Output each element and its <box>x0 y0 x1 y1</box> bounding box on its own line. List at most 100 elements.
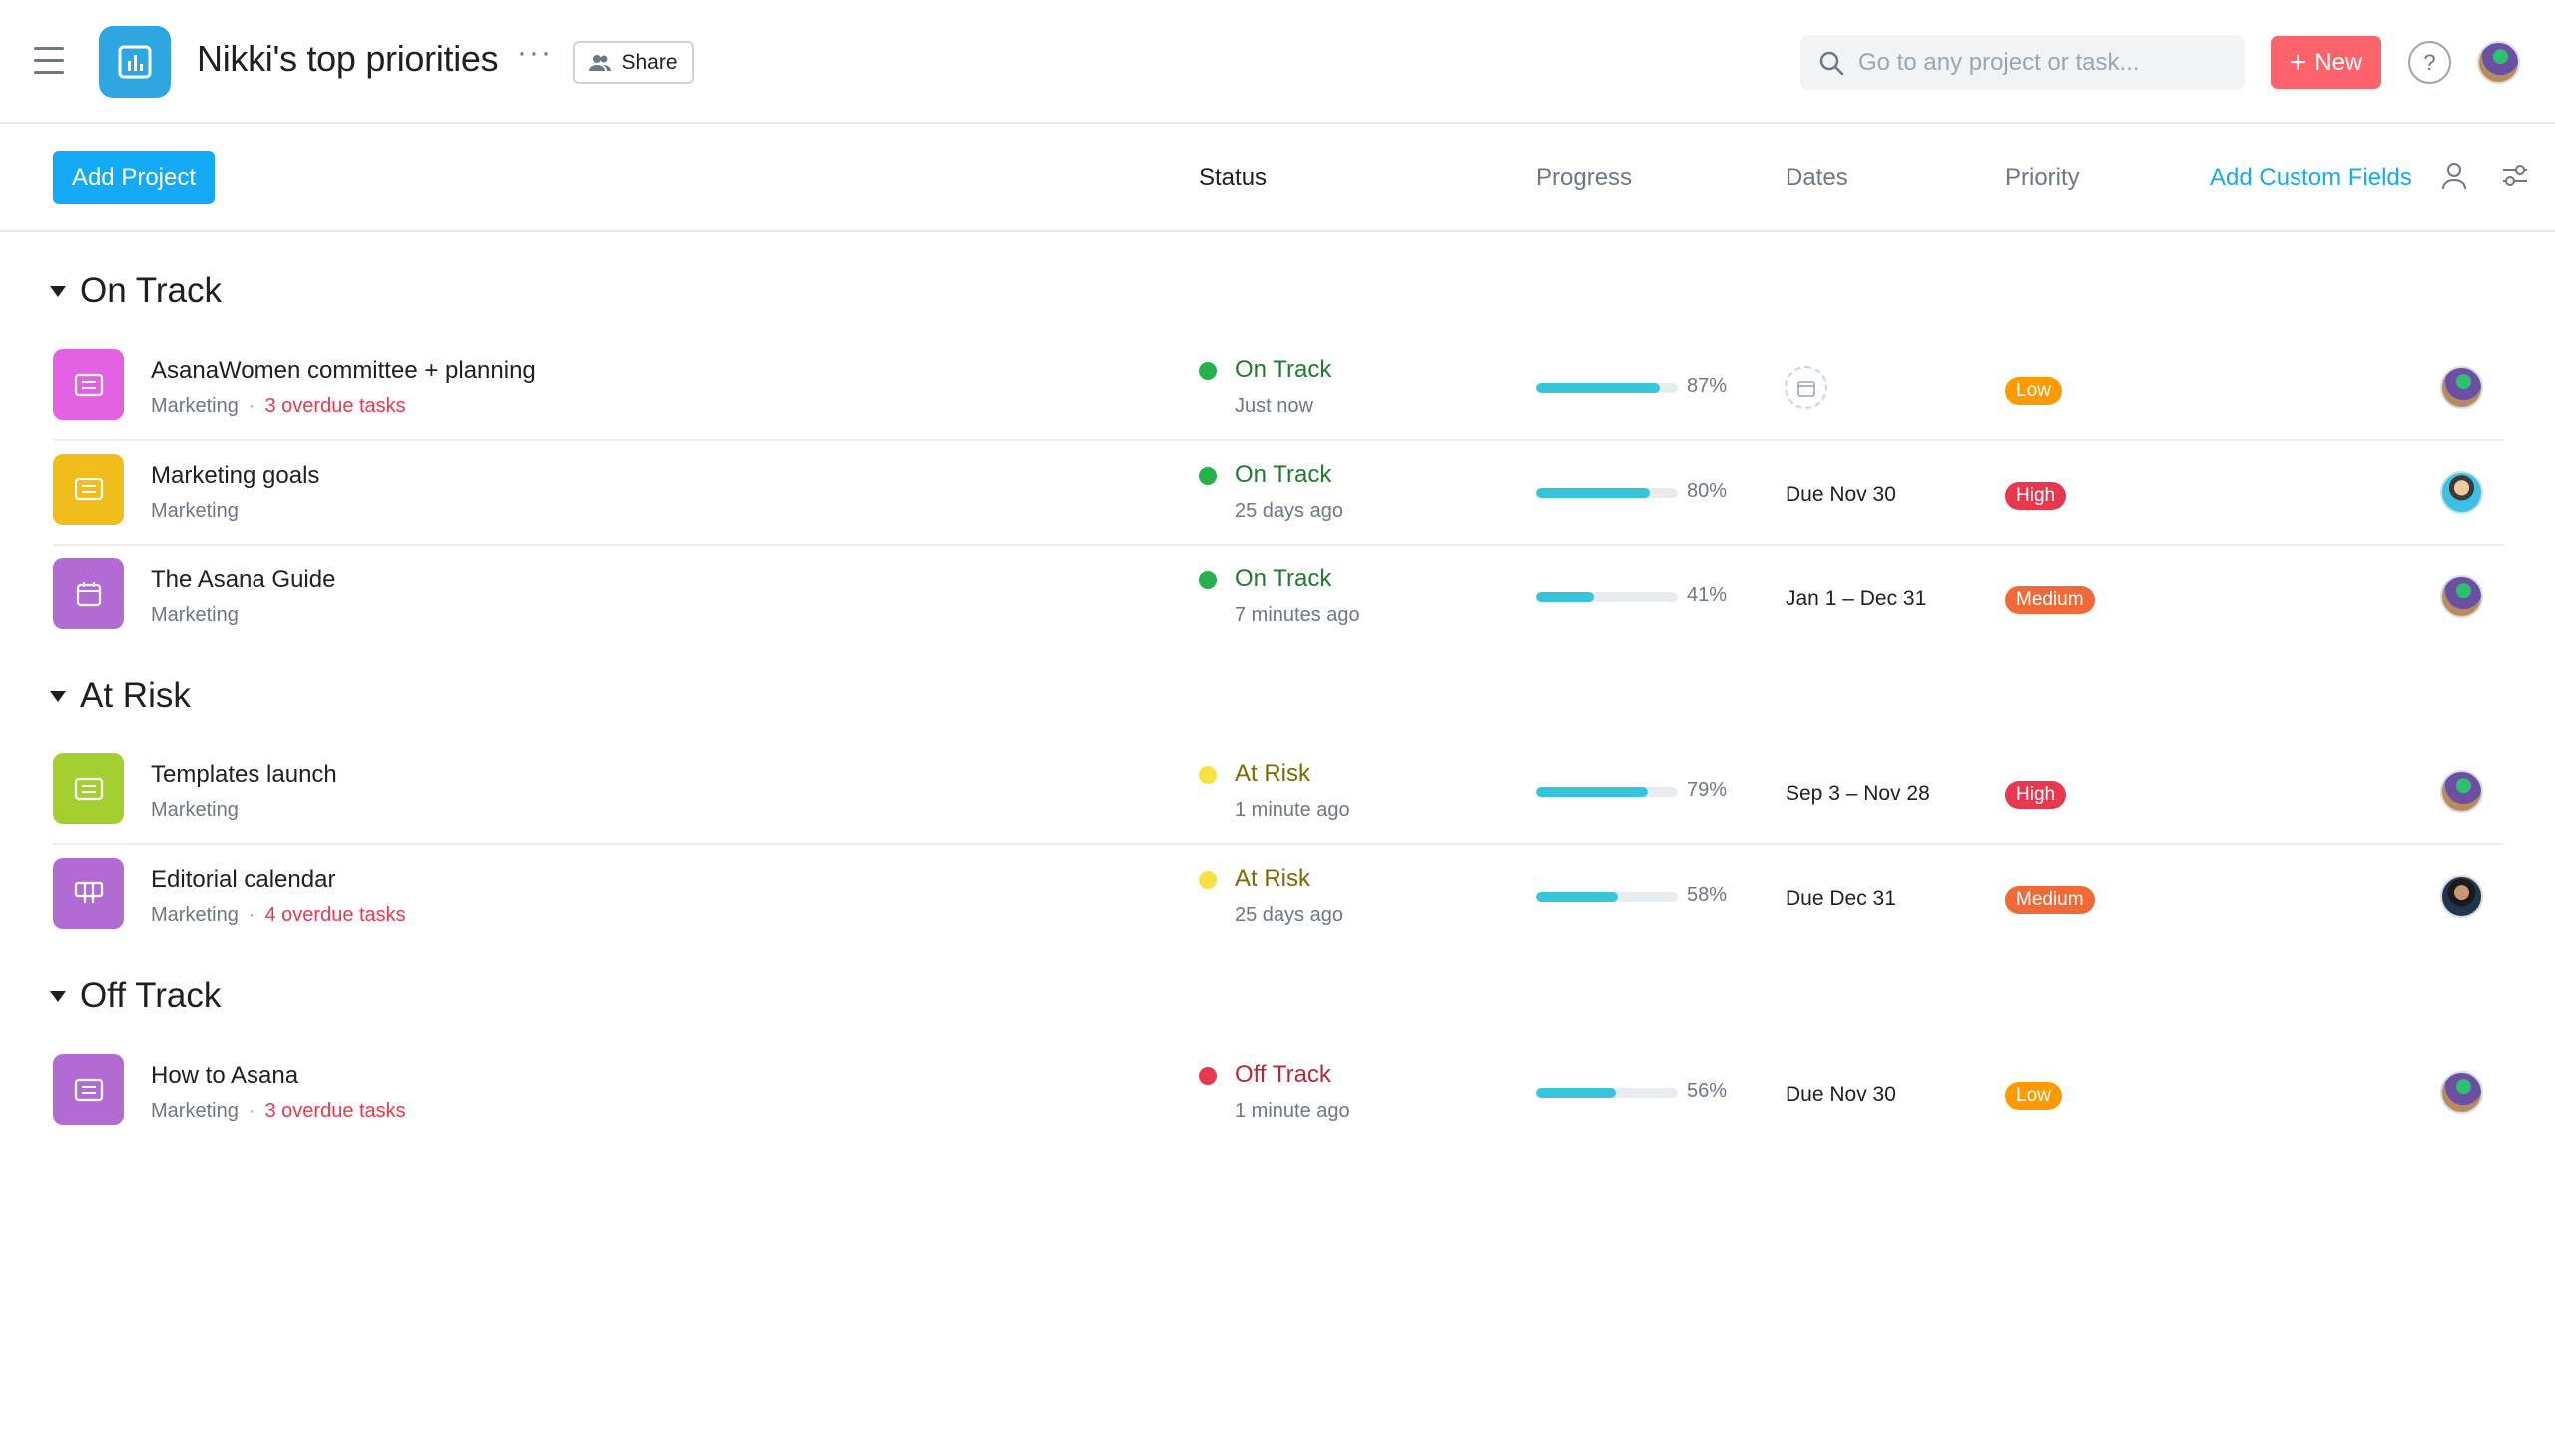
owner-avatar[interactable] <box>2440 575 2483 618</box>
more-options-icon[interactable]: ··· <box>517 38 553 68</box>
due-date[interactable]: Sep 3 – Nov 28 <box>1786 782 1930 806</box>
empty-date-calendar-icon[interactable] <box>1785 366 1827 409</box>
status-dot <box>1199 870 1217 889</box>
progress-bar <box>1536 891 1678 902</box>
project-name[interactable]: How to Asana <box>151 1062 298 1090</box>
status-label[interactable]: On Track <box>1235 356 1331 384</box>
project-calendar-icon[interactable] <box>53 558 124 629</box>
progress-bar <box>1536 1088 1678 1098</box>
team-name[interactable]: Marketing <box>151 799 239 822</box>
search-icon <box>1819 51 1844 75</box>
project-chart-icon <box>99 26 171 98</box>
add-project-button[interactable]: Add Project <box>53 151 215 204</box>
project-name[interactable]: AsanaWomen committee + planning <box>151 357 536 385</box>
team-name[interactable]: Marketing <box>151 604 239 627</box>
due-date[interactable]: Due Dec 31 <box>1786 887 1896 911</box>
progress-percent: 41% <box>1687 584 1728 606</box>
project-name[interactable]: Editorial calendar <box>151 866 335 894</box>
progress-bar <box>1536 383 1678 393</box>
column-status[interactable]: Status <box>1199 164 1267 192</box>
status-dot <box>1199 766 1217 784</box>
people-icon <box>589 54 612 71</box>
row-divider <box>53 843 2503 845</box>
progress-bar <box>1536 487 1678 498</box>
search-input[interactable] <box>1858 48 2228 77</box>
project-name[interactable]: Templates launch <box>151 761 337 789</box>
project-meta: Marketing · 3 overdue tasks <box>151 1100 406 1123</box>
progress-percent: 56% <box>1687 1080 1728 1102</box>
project-list-icon[interactable] <box>53 1054 124 1125</box>
caret-down-icon[interactable] <box>50 690 66 702</box>
user-avatar[interactable] <box>2477 41 2520 84</box>
new-button[interactable]: + New <box>2271 36 2381 89</box>
caret-down-icon[interactable] <box>50 990 66 1002</box>
project-name[interactable]: Marketing goals <box>151 462 319 490</box>
project-list-icon[interactable] <box>53 349 124 420</box>
column-progress[interactable]: Progress <box>1536 164 1632 192</box>
status-label[interactable]: Off Track <box>1235 1061 1331 1089</box>
status-updated-time: 25 days ago <box>1235 903 1343 926</box>
status-label[interactable]: At Risk <box>1235 865 1310 893</box>
priority-badge[interactable]: High <box>2005 481 2067 510</box>
project-meta: Marketing <box>151 799 239 822</box>
project-row[interactable]: Marketing goals Marketing On Track 25 days … <box>0 444 2555 548</box>
status-dot <box>1199 466 1217 485</box>
status-label[interactable]: On Track <box>1235 461 1331 489</box>
menu-icon[interactable] <box>34 47 64 75</box>
project-list-icon[interactable] <box>53 753 124 824</box>
project-row[interactable]: The Asana Guide Marketing On Track 7 minute… <box>0 548 2555 652</box>
owner-avatar[interactable] <box>2440 366 2483 409</box>
progress-percent: 58% <box>1687 883 1728 906</box>
due-date[interactable]: Due Nov 30 <box>1786 483 1896 507</box>
due-date[interactable]: Jan 1 – Dec 31 <box>1786 587 1926 611</box>
owner-avatar[interactable] <box>2440 1071 2483 1114</box>
project-list-icon[interactable] <box>53 453 124 525</box>
owner-avatar[interactable] <box>2440 770 2483 813</box>
overdue-tasks[interactable]: 3 overdue tasks <box>264 1100 405 1123</box>
priority-badge[interactable]: Medium <box>2005 885 2095 914</box>
section-header[interactable]: On Track <box>50 271 222 311</box>
overdue-tasks[interactable]: 3 overdue tasks <box>264 395 405 418</box>
meta-separator: · <box>248 395 256 417</box>
project-row[interactable]: AsanaWomen committee + planning Marketing… <box>0 339 2555 443</box>
status-dot <box>1199 571 1217 589</box>
team-name[interactable]: Marketing <box>151 500 239 523</box>
section-title: Off Track <box>80 976 222 1015</box>
overdue-tasks[interactable]: 4 overdue tasks <box>264 904 405 927</box>
section-header[interactable]: Off Track <box>50 976 221 1016</box>
project-row[interactable]: How to Asana Marketing · 3 overdue tasks Off… <box>0 1044 2555 1148</box>
project-row[interactable]: Templates launch Marketing At Risk 1 minute… <box>0 743 2555 847</box>
section-header[interactable]: At Risk <box>50 676 191 716</box>
caret-down-icon[interactable] <box>50 285 66 297</box>
project-board-icon[interactable] <box>53 857 124 929</box>
column-dates[interactable]: Dates <box>1786 164 1848 192</box>
person-icon[interactable] <box>2441 162 2467 195</box>
due-date[interactable]: Due Nov 30 <box>1786 1083 1896 1107</box>
priority-badge[interactable]: Medium <box>2005 586 2095 614</box>
owner-avatar[interactable] <box>2440 470 2483 514</box>
project-meta: Marketing <box>151 500 239 523</box>
status-updated-time: 1 minute ago <box>1235 799 1350 821</box>
progress-bar-fill <box>1536 592 1595 602</box>
project-meta: Marketing · 3 overdue tasks <box>151 395 406 418</box>
status-dot <box>1199 1067 1217 1085</box>
owner-avatar[interactable] <box>2440 874 2483 918</box>
team-name[interactable]: Marketing <box>151 395 239 418</box>
priority-badge[interactable]: Low <box>2005 377 2062 405</box>
priority-badge[interactable]: Low <box>2005 1082 2062 1110</box>
help-icon[interactable]: ? <box>2408 41 2451 84</box>
search-box[interactable] <box>1800 35 2245 90</box>
plus-icon: + <box>2289 45 2307 79</box>
share-button[interactable]: Share <box>573 41 694 84</box>
priority-badge[interactable]: High <box>2005 781 2067 809</box>
customize-icon[interactable] <box>2501 162 2529 193</box>
team-name[interactable]: Marketing <box>151 904 239 927</box>
status-label[interactable]: At Risk <box>1235 760 1310 788</box>
project-row[interactable]: Editorial calendar Marketing · 4 overdue ta… <box>0 848 2555 952</box>
column-priority[interactable]: Priority <box>2005 164 2080 192</box>
team-name[interactable]: Marketing <box>151 1100 239 1123</box>
add-custom-fields-link[interactable]: Add Custom Fields <box>2210 164 2412 192</box>
project-name[interactable]: The Asana Guide <box>151 566 335 594</box>
status-label[interactable]: On Track <box>1235 565 1331 593</box>
row-divider <box>53 543 2503 546</box>
